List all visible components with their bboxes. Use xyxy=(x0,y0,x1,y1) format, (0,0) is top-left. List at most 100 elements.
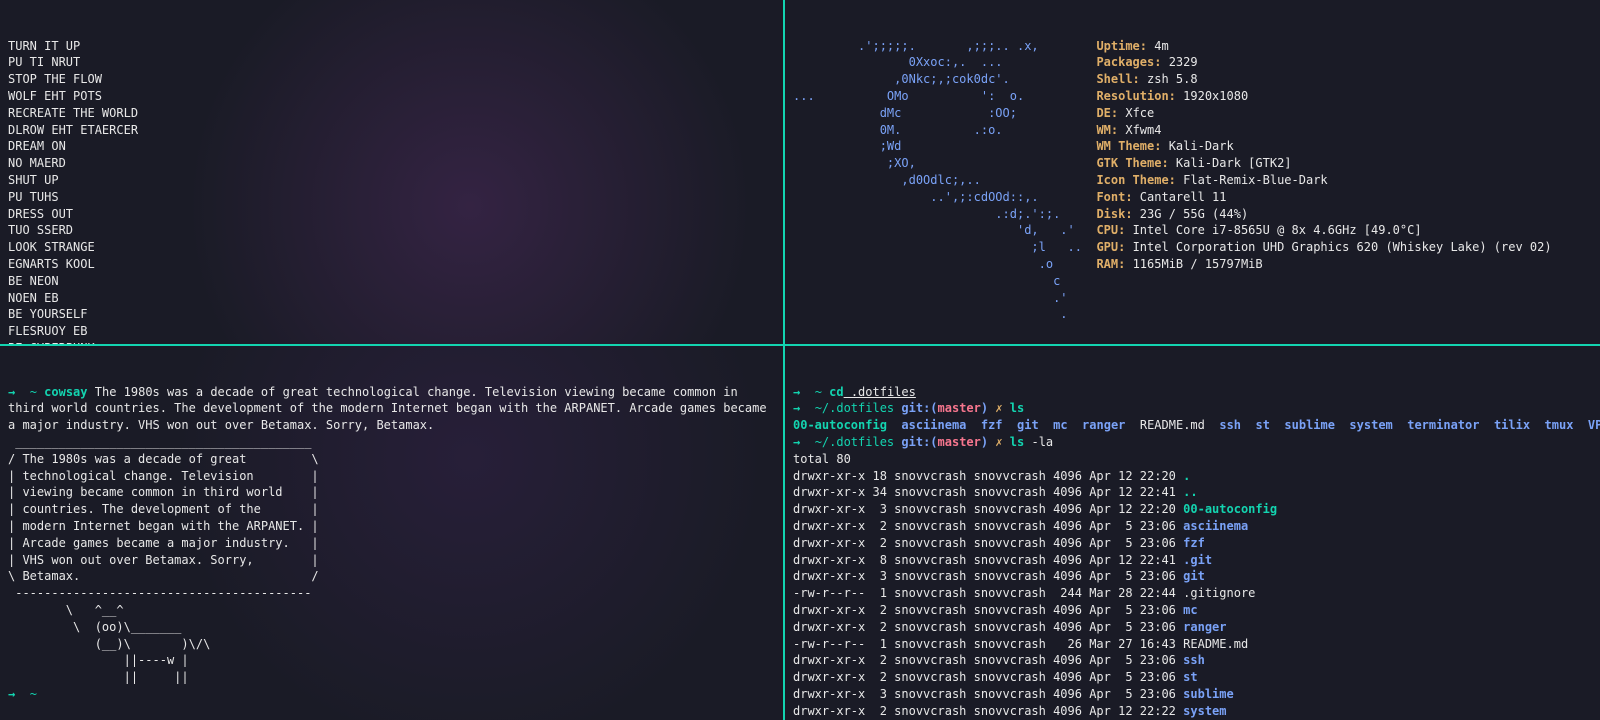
terminal-pane-top-right[interactable]: .';;;;;. ,;;;.. .x, Uptime: 4m 0Xxoc:,. … xyxy=(785,0,1600,344)
ls-entry: ssh xyxy=(1219,418,1241,432)
ls-entry: fzf xyxy=(981,418,1003,432)
output-line: DREAM ON xyxy=(8,138,775,155)
output-line: TURN IT UP xyxy=(8,38,775,55)
command-line: → ~/.dotfiles git:(master) ✗ ls -la xyxy=(793,434,1592,451)
cow-line: \ (oo)\_______ xyxy=(8,619,775,636)
info-label: WM: xyxy=(1096,123,1118,137)
cow-line: (__)\ )\/\ xyxy=(8,636,775,653)
ls-row: -rw-r--r-- 1 snovvcrash snovvcrash 244 M… xyxy=(793,585,1592,602)
screenfetch-output: .';;;;;. ,;;;.. .x, Uptime: 4m 0Xxoc:,. … xyxy=(793,38,1592,344)
output-line: FLESRUOY EB xyxy=(8,323,775,340)
ls-entry: st xyxy=(1255,418,1269,432)
cowsay-output: → ~ cowsay The 1980s was a decade of gre… xyxy=(8,384,775,703)
terminal-pane-top-left[interactable]: TURN IT UPPU TI NRUTSTOP THE FLOWWOLF EH… xyxy=(0,0,783,344)
output-line: NOEN EB xyxy=(8,290,775,307)
ls-entry: tilix xyxy=(1494,418,1530,432)
ls-row: drwxr-xr-x 2 snovvcrash snovvcrash 4096 … xyxy=(793,535,1592,552)
ls-row: drwxr-xr-x 2 snovvcrash snovvcrash 4096 … xyxy=(793,619,1592,636)
ls-row: drwxr-xr-x 3 snovvcrash snovvcrash 4096 … xyxy=(793,686,1592,703)
terminal-pane-bottom-right[interactable]: → ~ cd .dotfiles→ ~/.dotfiles git:(maste… xyxy=(785,346,1600,720)
ls-row: -rw-r--r-- 1 snovvcrash snovvcrash 26 Ma… xyxy=(793,636,1592,653)
output-line: DLROW EHT ETAERCER xyxy=(8,122,775,139)
output-line: RECREATE THE WORLD xyxy=(8,105,775,122)
output-line: EGNARTS KOOL xyxy=(8,256,775,273)
ls-row: drwxr-xr-x 18 snovvcrash snovvcrash 4096… xyxy=(793,468,1592,485)
fetch-line: ;l .. GPU: Intel Corporation UHD Graphic… xyxy=(793,239,1592,256)
info-value: zsh 5.8 xyxy=(1147,72,1198,86)
output-line: PU TUHS xyxy=(8,189,775,206)
ls-entry: asciinema xyxy=(901,418,966,432)
info-label: Uptime: xyxy=(1096,39,1147,53)
cow-line: \ Betamax. / xyxy=(8,568,775,585)
cow-line: ||----w | xyxy=(8,652,775,669)
output-line: WOLF EHT POTS xyxy=(8,88,775,105)
output-line: DRESS OUT xyxy=(8,206,775,223)
fetch-line: . xyxy=(793,306,1592,323)
fetch-line: 0Xxoc:,. ... Packages: 2329 xyxy=(793,54,1592,71)
info-value: Intel Core i7-8565U @ 8x 4.6GHz [49.0°C] xyxy=(1133,223,1422,237)
info-label: WM Theme: xyxy=(1096,139,1161,153)
info-value: Cantarell 11 xyxy=(1140,190,1227,204)
total-line: total 80 xyxy=(793,451,1592,468)
prompt[interactable]: → ~ xyxy=(793,340,1592,344)
ls-entry: README.md xyxy=(1140,418,1205,432)
cow-line: | modern Internet began with the ARPANET… xyxy=(8,518,775,535)
command-line: → ~ cowsay The 1980s was a decade of gre… xyxy=(8,384,775,434)
ls-row: drwxr-xr-x 8 snovvcrash snovvcrash 4096 … xyxy=(793,552,1592,569)
info-value: 4m xyxy=(1154,39,1168,53)
fetch-line: dMc :OO; DE: Xfce xyxy=(793,105,1592,122)
info-value: Kali-Dark xyxy=(1169,139,1234,153)
output-line: TUO SSERD xyxy=(8,222,775,239)
info-label: DE: xyxy=(1096,106,1118,120)
cow-line: | viewing became common in third world | xyxy=(8,484,775,501)
output-line: PU TI NRUT xyxy=(8,54,775,71)
info-label: GPU: xyxy=(1096,240,1125,254)
cow-line: || || xyxy=(8,669,775,686)
info-label: Shell: xyxy=(1096,72,1139,86)
info-label: Disk: xyxy=(1096,207,1132,221)
ls-row: drwxr-xr-x 3 snovvcrash snovvcrash 4096 … xyxy=(793,501,1592,518)
ls-entry: mc xyxy=(1053,418,1067,432)
fetch-line: .o RAM: 1165MiB / 15797MiB xyxy=(793,256,1592,273)
ls-row: drwxr-xr-x 3 snovvcrash snovvcrash 4096 … xyxy=(793,568,1592,585)
info-value: 1920x1080 xyxy=(1183,89,1248,103)
output-line: BE CYBERPUNK xyxy=(8,340,775,344)
info-label: GTK Theme: xyxy=(1096,156,1168,170)
cow-line: \ ^__^ xyxy=(8,602,775,619)
cow-line: | countries. The development of the | xyxy=(8,501,775,518)
fetch-line: ;XO, GTK Theme: Kali-Dark [GTK2] xyxy=(793,155,1592,172)
output-line: STOP THE FLOW xyxy=(8,71,775,88)
cow-line: | VHS won out over Betamax. Sorry, | xyxy=(8,552,775,569)
prompt[interactable]: → ~ xyxy=(8,686,775,703)
ls-row: drwxr-xr-x 2 snovvcrash snovvcrash 4096 … xyxy=(793,652,1592,669)
cow-line: ________________________________________… xyxy=(8,434,775,451)
terminal-pane-bottom-left[interactable]: → ~ cowsay The 1980s was a decade of gre… xyxy=(0,346,783,720)
fetch-line: ... OMo ': o. Resolution: 1920x1080 xyxy=(793,88,1592,105)
ls-output: → ~ cd .dotfiles→ ~/.dotfiles git:(maste… xyxy=(793,384,1592,720)
ls-entry: tmux xyxy=(1545,418,1574,432)
cow-line: | Arcade games became a major industry. … xyxy=(8,535,775,552)
fetch-line: ..',;:cdOOd::,. Font: Cantarell 11 xyxy=(793,189,1592,206)
output-line: LOOK STRANGE xyxy=(8,239,775,256)
fetch-line: ;Wd WM Theme: Kali-Dark xyxy=(793,138,1592,155)
fetch-line: .:d;.':;. Disk: 23G / 55G (44%) xyxy=(793,206,1592,223)
ls-row: drwxr-xr-x 2 snovvcrash snovvcrash 4096 … xyxy=(793,669,1592,686)
fetch-line: .' xyxy=(793,290,1592,307)
info-label: RAM: xyxy=(1096,257,1125,271)
ls-row: drwxr-xr-x 2 snovvcrash snovvcrash 4096 … xyxy=(793,518,1592,535)
cow-line: / The 1980s was a decade of great \ xyxy=(8,451,775,468)
info-value: Kali-Dark [GTK2] xyxy=(1176,156,1292,170)
ls-entry: sublime xyxy=(1284,418,1335,432)
fetch-line: 0M. .:o. WM: Xfwm4 xyxy=(793,122,1592,139)
ls-row: drwxr-xr-x 34 snovvcrash snovvcrash 4096… xyxy=(793,484,1592,501)
info-value: 1165MiB / 15797MiB xyxy=(1133,257,1263,271)
ls-entry: 00-autoconfig xyxy=(793,418,887,432)
fetch-line: c xyxy=(793,273,1592,290)
fetch-line: 'd, .' CPU: Intel Core i7-8565U @ 8x 4.6… xyxy=(793,222,1592,239)
cow-line: ----------------------------------------… xyxy=(8,585,775,602)
text-output: TURN IT UPPU TI NRUTSTOP THE FLOWWOLF EH… xyxy=(8,38,775,344)
info-value: 2329 xyxy=(1169,55,1198,69)
info-label: Font: xyxy=(1096,190,1132,204)
info-value: Xfce xyxy=(1125,106,1154,120)
cow-line: | technological change. Television | xyxy=(8,468,775,485)
